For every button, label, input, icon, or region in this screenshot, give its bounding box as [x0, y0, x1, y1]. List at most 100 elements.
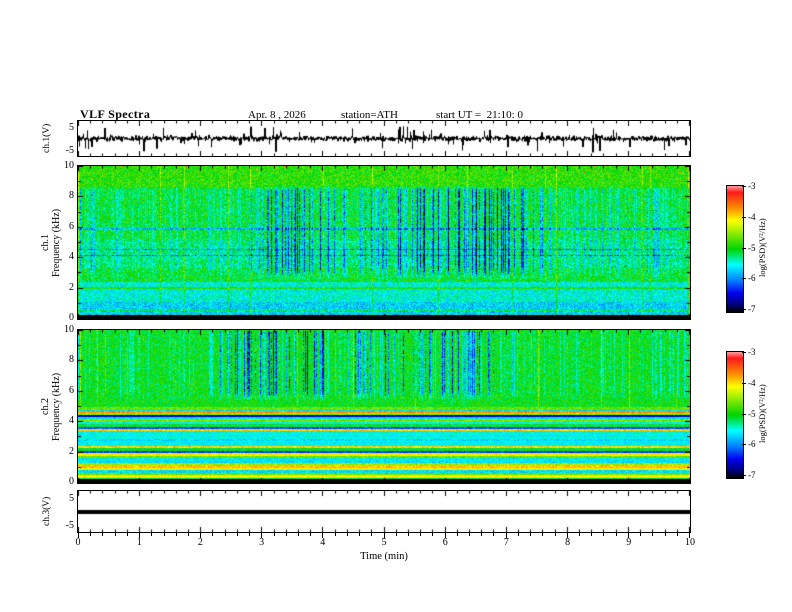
colorbar-tick-label: -7 [748, 304, 756, 314]
y-tick-label: 2 [69, 445, 74, 457]
y-tick-label: -5 [65, 145, 74, 156]
colorbar-tick [742, 444, 746, 445]
x-axis-tick [640, 533, 641, 536]
x-axis-tick [176, 533, 177, 536]
x-axis-tick [225, 533, 226, 536]
y-tick-label: -5 [65, 520, 74, 531]
x-tick-label: 7 [503, 537, 509, 548]
y-tick-label: 5 [69, 493, 74, 504]
panel-ch1-spectrogram [77, 165, 691, 320]
x-axis-tick [286, 533, 287, 536]
colorbar-tick-label: -5 [748, 409, 756, 419]
x-axis-tick [591, 533, 592, 536]
y-tick-label: 0 [69, 312, 74, 323]
colorbar-tick-label: -6 [748, 273, 756, 283]
y-tick-label: 0 [69, 476, 74, 487]
colorbar-tick-label: -5 [748, 243, 756, 253]
panel-ch2-spectrogram [77, 329, 691, 484]
x-axis-tick [665, 533, 666, 536]
x-tick-label: 3 [259, 537, 265, 548]
colorbar-tick [742, 248, 746, 249]
colorbar-tick-label: -6 [748, 439, 756, 449]
y-tick-label: 8 [69, 190, 74, 202]
panel-ch3-waveform [77, 490, 691, 533]
axis-label-text: ch.1 [40, 234, 51, 251]
colorbar-tick [742, 309, 746, 310]
x-axis-tick [555, 533, 556, 536]
x-axis-tick [371, 533, 372, 536]
axis-label-text: Frequency (kHz) [51, 372, 62, 441]
x-axis-tick [90, 533, 91, 536]
x-axis-tick [579, 533, 580, 536]
x-tick-label: 10 [685, 537, 695, 548]
x-axis-tick [237, 533, 238, 536]
x-axis-tick [298, 533, 299, 536]
colorbar-tick [742, 278, 746, 279]
x-axis-tick [432, 533, 433, 536]
y-tick-label: 10 [64, 324, 74, 335]
axis-label-text: Frequency (kHz) [51, 208, 62, 277]
ch1-spectrogram-canvas [78, 166, 690, 319]
y-tick-label: 5 [69, 122, 74, 133]
colorbar-tick [742, 352, 746, 353]
x-axis-tick [164, 533, 165, 536]
ch2-spectrogram-canvas [78, 330, 690, 483]
x-axis-tick [396, 533, 397, 536]
colorbar-tick-label: -4 [748, 378, 756, 388]
y-tick-label: 2 [69, 281, 74, 293]
x-axis-tick [518, 533, 519, 536]
x-axis-tick [603, 533, 604, 536]
x-tick-label: 8 [565, 537, 571, 548]
colorbar-label: log(PSD)(V²/Hz) [757, 352, 769, 476]
panel-ch1-waveform [77, 120, 691, 157]
x-axis-tick [652, 533, 653, 536]
x-axis-tick [188, 533, 189, 536]
colorbar-tick [742, 383, 746, 384]
x-axis-tick [457, 533, 458, 536]
colorbar-tick [742, 475, 746, 476]
ch1-frequency-axis-label: ch.1 Frequency (kHz) [40, 166, 64, 319]
x-axis-tick [347, 533, 348, 536]
colorbar-label: log(PSD)(V²/Hz) [757, 186, 769, 310]
x-tick-label: 6 [442, 537, 448, 548]
colorbar-ch1 [726, 185, 744, 313]
x-axis-tick [493, 533, 494, 536]
y-tick-label: 10 [64, 160, 74, 171]
y-tick-label: 8 [69, 354, 74, 366]
y-tick-label: 4 [69, 251, 74, 263]
y-tick-label: 6 [69, 384, 74, 396]
colorbar-tick-label: -3 [748, 181, 756, 191]
x-tick-label: 2 [197, 537, 203, 548]
colorbar-label-text: log(PSD)(V²/Hz) [757, 384, 767, 444]
ch1-waveform-canvas [78, 121, 690, 156]
x-axis-tick [115, 533, 116, 536]
ch3-waveform-canvas [78, 491, 690, 532]
x-axis-tick [408, 533, 409, 536]
colorbar-tick [742, 217, 746, 218]
x-axis-tick [481, 533, 482, 536]
x-axis-tick [127, 533, 128, 536]
x-axis-tick [542, 533, 543, 536]
x-tick-label: 9 [626, 537, 632, 548]
colorbar-tick-label: -4 [748, 212, 756, 222]
x-axis-tick [677, 533, 678, 536]
x-axis-tick [212, 533, 213, 536]
colorbar-tick-label: -3 [748, 347, 756, 357]
colorbar-tick-label: -7 [748, 470, 756, 480]
x-tick-label: 4 [320, 537, 326, 548]
y-tick-label: 6 [69, 220, 74, 232]
x-tick-label: 1 [136, 537, 142, 548]
x-axis-tick [249, 533, 250, 536]
x-axis-tick [310, 533, 311, 536]
x-axis-tick [420, 533, 421, 536]
y-tick-label: 4 [69, 415, 74, 427]
x-axis-tick [335, 533, 336, 536]
colorbar-ch2 [726, 351, 744, 479]
x-axis-title: Time (min) [360, 551, 408, 562]
x-axis-tick [151, 533, 152, 536]
axis-label-text: ch.2 [40, 398, 51, 415]
vlf-spectra-figure: VLF Spectra Apr. 8 , 2026 station=ATH st… [0, 0, 792, 612]
x-tick-label: 5 [381, 537, 387, 548]
x-axis-tick [530, 533, 531, 536]
x-axis-tick [359, 533, 360, 536]
